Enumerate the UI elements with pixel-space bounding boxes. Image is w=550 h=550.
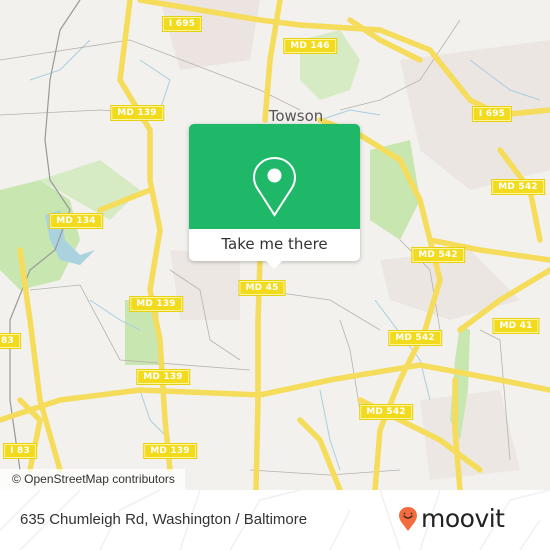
road-shield-md542: MD 542 (388, 330, 442, 346)
road-shield-md542: MD 542 (359, 404, 413, 420)
road-shield-md542: MD 542 (491, 179, 545, 195)
moovit-logo[interactable]: moovit (398, 503, 505, 535)
moovit-pin-icon (399, 507, 417, 531)
take-me-there-button[interactable]: Take me there (189, 229, 360, 261)
road-shield-md139: MD 139 (136, 369, 190, 385)
road-shield-md146: MD 146 (283, 38, 337, 54)
road-shield-md542: MD 542 (411, 247, 465, 263)
address-label: 635 Chumleigh Rd, Washington / Baltimore (20, 511, 308, 528)
road-shield-md45: MD 45 (238, 280, 286, 296)
moovit-wordmark: moovit (421, 504, 505, 533)
popup-header (189, 124, 360, 229)
map-attribution[interactable]: © OpenStreetMap contributors (0, 469, 185, 490)
road-shield-i695: I 695 (161, 16, 203, 32)
road-shield-i695: I 695 (471, 106, 513, 122)
map-pin-icon (252, 156, 297, 217)
road-shield-md139: MD 139 (129, 296, 183, 312)
road-shield-i83: I 83 (0, 333, 21, 349)
popup-pointer (265, 260, 283, 269)
road-shield-i83: I 83 (3, 443, 37, 459)
map-view[interactable]: Towson I 695 MD 146 MD 139 I 695 MD 542 … (0, 0, 550, 490)
footer-bar: 635 Chumleigh Rd, Washington / Baltimore… (0, 490, 550, 550)
town-label-towson: Towson (268, 107, 324, 125)
road-shield-md139: MD 139 (110, 105, 164, 121)
road-shield-md41: MD 41 (492, 318, 540, 334)
road-shield-md139: MD 139 (143, 443, 197, 459)
location-popup[interactable]: Take me there (189, 124, 360, 269)
road-shield-md134: MD 134 (49, 213, 103, 229)
